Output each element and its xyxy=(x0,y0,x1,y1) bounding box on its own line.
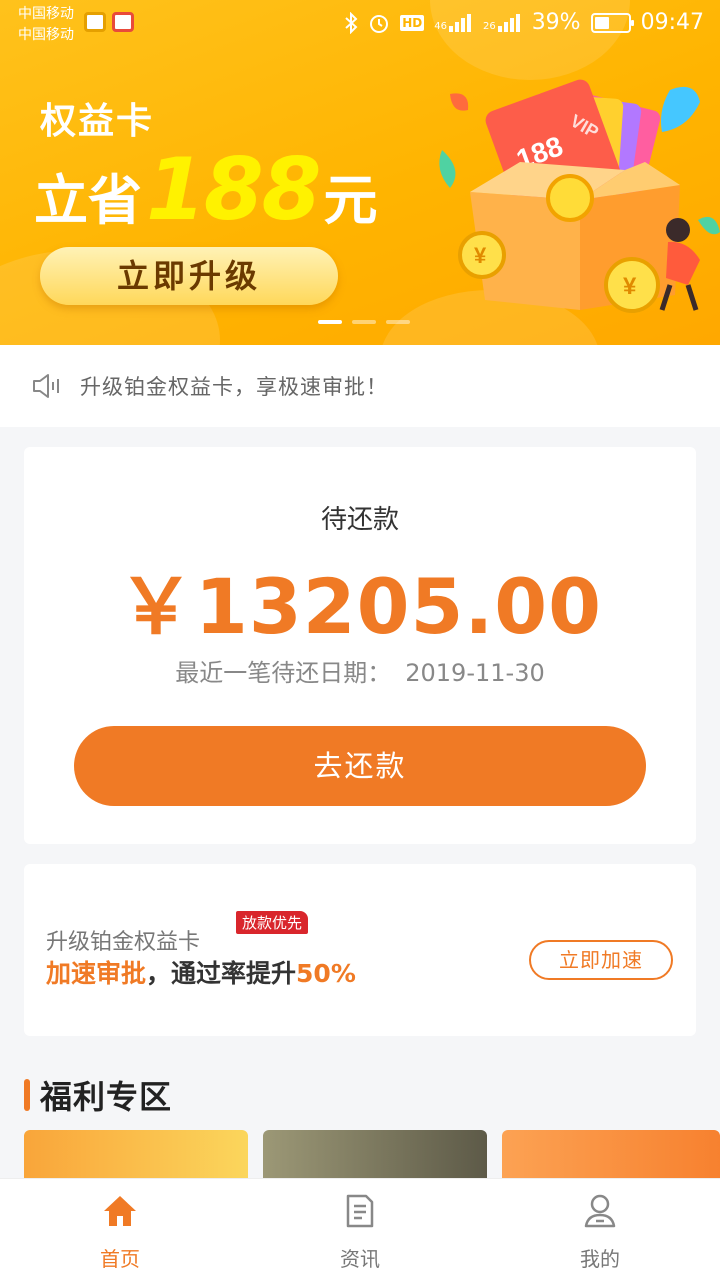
carrier-info: 中国移动 中国移动 xyxy=(18,4,74,46)
banner-pagination xyxy=(318,320,410,324)
notice-bar[interactable]: 升级铂金权益卡，享极速审批！ xyxy=(0,345,720,427)
app-notification-icon xyxy=(84,12,106,32)
status-indicators: HD 46 26 39% 09:47 xyxy=(344,10,704,35)
hd-icon: HD xyxy=(400,14,425,31)
bottom-tab-bar: 首页 资讯 我的 xyxy=(0,1178,720,1280)
repayment-date-label: 最近一笔待还日期： xyxy=(175,659,392,687)
notice-text: 升级铂金权益卡，享极速审批！ xyxy=(80,375,388,399)
banner-dot-3[interactable] xyxy=(386,320,410,324)
network-2-label: 26 xyxy=(482,20,496,32)
signal-icon-2 xyxy=(497,13,520,32)
promo-highlight: 加速审批 xyxy=(46,959,147,988)
notification-icons xyxy=(84,12,134,32)
upgrade-button[interactable]: 立即升级 xyxy=(40,247,338,305)
alarm-icon xyxy=(370,14,389,33)
promo-banner[interactable]: 中国移动 中国移动 HD 46 26 39% 09:47 权益卡 立省 188 … xyxy=(0,0,720,345)
coin-symbol-1: ¥ xyxy=(474,243,487,268)
promo-line: 加速审批，通过率提升50% xyxy=(46,954,356,990)
repayment-label: 待还款 xyxy=(320,505,399,535)
battery-icon xyxy=(590,12,634,33)
home-icon xyxy=(104,1196,136,1226)
network-1-label: 46 xyxy=(434,20,447,32)
battery-percent: 39% xyxy=(531,10,581,35)
tab-home[interactable]: 首页 xyxy=(0,1179,240,1280)
promo-title: 升级铂金权益卡 xyxy=(46,930,201,955)
tab-home-label: 首页 xyxy=(100,1247,140,1271)
banner-savings-prefix: 立省 xyxy=(34,169,142,232)
banner-savings-amount: 188 xyxy=(146,140,322,240)
repay-button[interactable]: 去还款 xyxy=(74,726,646,806)
network-1: 46 xyxy=(434,13,473,32)
bluetooth-icon xyxy=(345,11,358,34)
speaker-icon xyxy=(33,374,59,398)
carrier-1: 中国移动 xyxy=(18,6,74,22)
status-bar: 中国移动 中国移动 HD 46 26 39% 09:47 xyxy=(0,0,720,48)
tab-news[interactable]: 资讯 xyxy=(240,1179,480,1280)
banner-dot-2[interactable] xyxy=(352,320,376,324)
upgrade-promo-card[interactable]: 升级铂金权益卡 放款优先 加速审批，通过率提升50% 立即加速 xyxy=(24,864,696,1036)
news-icon xyxy=(346,1194,374,1228)
welfare-title-text: 福利专区 xyxy=(40,1078,173,1116)
welfare-section-title: 福利专区 xyxy=(24,1072,172,1118)
tab-profile[interactable]: 我的 xyxy=(480,1179,720,1280)
banner-title: 权益卡 xyxy=(40,101,155,142)
user-icon xyxy=(584,1194,616,1228)
repayment-amount: ￥13205.00 xyxy=(117,562,603,651)
banner-savings-suffix: 元 xyxy=(323,169,378,232)
tab-profile-label: 我的 xyxy=(580,1247,620,1271)
network-2: 26 xyxy=(482,13,522,32)
promo-badge: 放款优先 xyxy=(236,911,309,934)
gift-box-illustration: 188 VIP ¥ ¥ xyxy=(439,79,720,313)
promo-middle: ，通过率提升 xyxy=(146,959,297,988)
carrier-2: 中国移动 xyxy=(18,27,74,43)
banner-savings: 立省 188 元 xyxy=(34,140,378,240)
banner-dot-1[interactable] xyxy=(318,320,342,324)
coin-symbol-2: ¥ xyxy=(623,273,637,300)
accelerate-button[interactable]: 立即加速 xyxy=(529,940,673,980)
section-accent-bar xyxy=(24,1079,30,1111)
repayment-date-value: 2019-11-30 xyxy=(405,659,545,687)
promo-percent: 50% xyxy=(296,959,356,988)
toutiao-notification-icon xyxy=(112,12,134,32)
repayment-card: 待还款 ￥13205.00 最近一笔待还日期： 2019-11-30 去还款 xyxy=(24,447,696,844)
clock: 09:47 xyxy=(640,10,704,35)
signal-icon xyxy=(448,13,471,32)
repayment-date: 最近一笔待还日期： 2019-11-30 xyxy=(24,653,696,688)
tab-news-label: 资讯 xyxy=(340,1247,380,1271)
